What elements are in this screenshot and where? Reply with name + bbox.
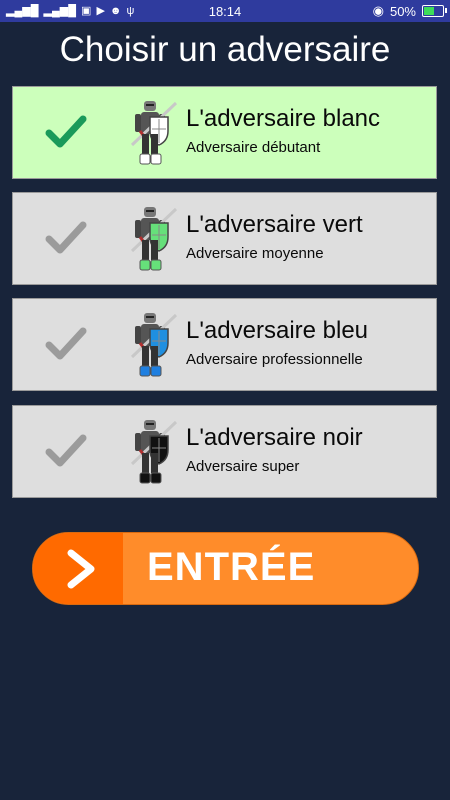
adversary-card[interactable]: L'adversaire vert Adversaire moyenne xyxy=(12,192,437,285)
battery-icon xyxy=(422,5,447,17)
enter-button-label: ENTRÉE xyxy=(147,545,316,589)
knight-icon xyxy=(130,313,178,377)
usb-icon: ψ xyxy=(126,4,135,17)
android-icon: ☻ xyxy=(109,4,122,17)
status-icons-right: ◉ 50% xyxy=(372,3,447,19)
checkmark-icon xyxy=(45,327,87,360)
adversary-card[interactable]: L'adversaire blanc Adversaire débutant xyxy=(12,86,437,179)
checkmark-icon xyxy=(45,221,87,254)
enter-button[interactable]: ENTRÉE xyxy=(32,532,419,605)
status-bar: ▂▄▆█ ▂▄▆█ ▣ ▶ ☻ ψ 18:14 ◉ 50% xyxy=(0,0,450,22)
adversary-name: L'adversaire noir xyxy=(186,424,363,451)
checkmark-icon xyxy=(45,115,87,148)
adversary-name: L'adversaire vert xyxy=(186,211,363,238)
adversary-level: Adversaire super xyxy=(186,458,300,475)
adversary-level: Adversaire moyenne xyxy=(186,245,324,262)
signal-icon: ▂▄▆█ xyxy=(6,4,39,17)
knight-icon xyxy=(130,420,178,484)
adversary-card[interactable]: L'adversaire bleu Adversaire professionn… xyxy=(12,298,437,391)
eye-icon: ◉ xyxy=(372,3,384,18)
youtube-icon: ▶ xyxy=(96,4,105,17)
battery-percent: 50% xyxy=(389,3,416,19)
signal-icon-2: ▂▄▆█ xyxy=(43,4,77,17)
status-icons-left: ▂▄▆█ ▂▄▆█ ▣ ▶ ☻ ψ xyxy=(0,4,176,17)
adversary-level: Adversaire débutant xyxy=(186,139,321,156)
adversary-level: Adversaire professionnelle xyxy=(186,351,363,368)
checkmark-icon xyxy=(45,434,87,467)
image-icon: ▣ xyxy=(81,4,92,17)
adversary-name: L'adversaire blanc xyxy=(186,105,381,132)
knight-icon xyxy=(130,101,178,165)
page-title: Choisir un adversaire xyxy=(59,30,391,69)
adversary-name: L'adversaire bleu xyxy=(186,317,369,344)
knight-icon xyxy=(130,207,178,271)
adversary-card[interactable]: L'adversaire noir Adversaire super xyxy=(12,405,437,498)
chevron-right-icon xyxy=(67,549,95,589)
